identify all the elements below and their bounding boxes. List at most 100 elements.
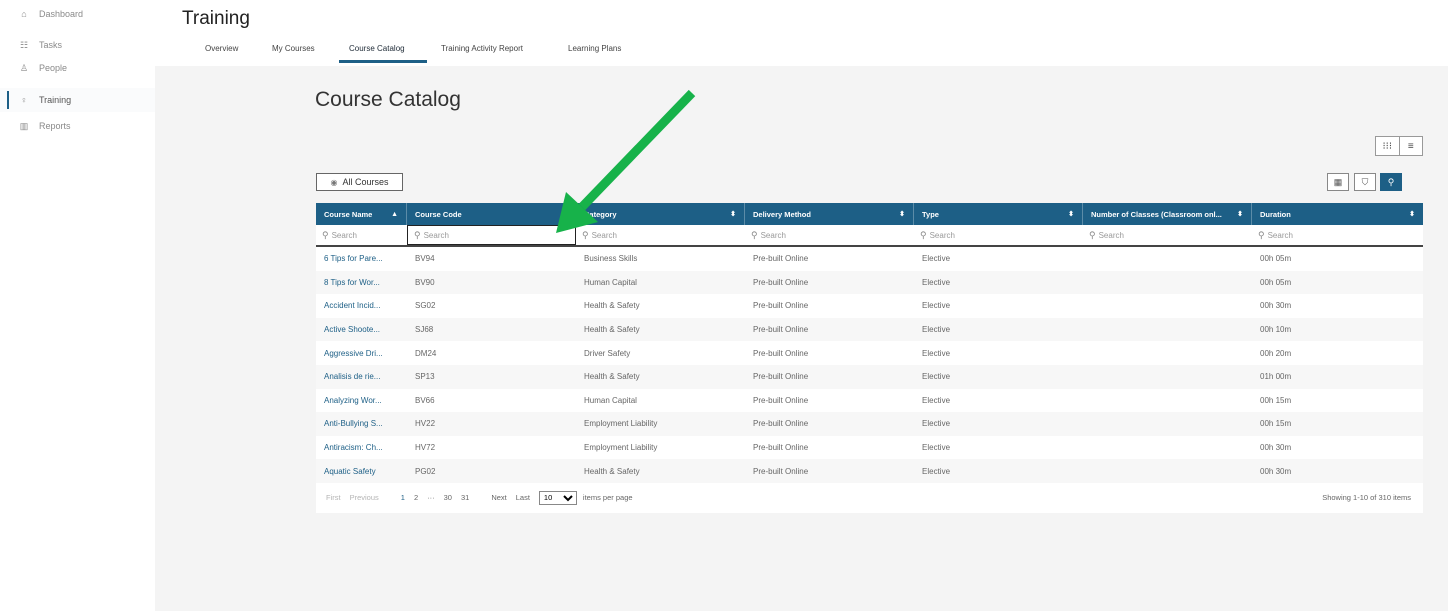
tab-training-activity-report[interactable]: Training Activity Report bbox=[441, 44, 523, 53]
sidebar: ⌂ Dashboard ☷ Tasks ♙ People ♀ Training … bbox=[0, 0, 155, 611]
course-code-search-input[interactable]: ⚲ Search bbox=[407, 225, 576, 245]
items-per-page-label: items per page bbox=[582, 493, 633, 503]
course-code-cell: BV66 bbox=[415, 395, 435, 405]
tab-course-catalog[interactable]: Course Catalog bbox=[349, 44, 405, 53]
table-row[interactable]: 8 Tips for Wor... BV90 Human Capital Pre-bu… bbox=[316, 270, 1423, 295]
tasks-icon: ☷ bbox=[19, 39, 29, 50]
all-courses-button[interactable]: ◉ All Courses bbox=[316, 173, 403, 191]
course-code-cell: BV94 bbox=[415, 254, 435, 264]
category-cell: Human Capital bbox=[584, 395, 637, 405]
sidebar-item-people[interactable]: ♙ People bbox=[18, 59, 67, 77]
page-link-2[interactable]: 2 bbox=[414, 493, 418, 502]
duration-cell: 00h 30m bbox=[1260, 443, 1292, 453]
next-page-link[interactable]: Next bbox=[491, 493, 506, 502]
sidebar-item-training[interactable]: ♀ Training bbox=[18, 91, 72, 109]
first-page-link[interactable]: First bbox=[326, 493, 341, 502]
previous-page-link[interactable]: Previous bbox=[350, 493, 379, 502]
column-header-duration[interactable]: Duration ⬍ bbox=[1252, 203, 1423, 225]
course-name-cell[interactable]: Analyzing Wor... bbox=[316, 396, 407, 405]
course-name-cell[interactable]: Accident Incid... bbox=[316, 301, 407, 310]
reports-icon: ▥ bbox=[19, 120, 29, 131]
grid-view-icon[interactable]: ⁝⁝⁝ bbox=[1376, 137, 1400, 155]
table-row[interactable]: Analyzing Wor... BV66 Human Capital Pre-bui… bbox=[316, 389, 1423, 413]
last-page-link[interactable]: Last bbox=[516, 493, 530, 502]
sidebar-active-indicator bbox=[7, 91, 9, 109]
duration-cell: 00h 30m bbox=[1260, 301, 1292, 311]
course-name-cell[interactable]: Aquatic Safety bbox=[316, 467, 407, 476]
filter-icon: ⛉ bbox=[1361, 176, 1369, 187]
table-row[interactable]: Accident Incid... SG02 Health & Safety Pre-… bbox=[316, 294, 1423, 318]
items-per-page-select[interactable]: 10 bbox=[538, 490, 577, 505]
course-name-cell[interactable]: Antiracism: Ch... bbox=[316, 443, 407, 452]
course-name-cell[interactable]: Anti-Bullying S... bbox=[316, 419, 407, 428]
duration-cell: 00h 05m bbox=[1260, 254, 1292, 264]
column-header-course-name[interactable]: Course Name ▲ bbox=[316, 203, 407, 225]
table-row[interactable]: Active Shoote... SJ68 Health & Safety Pre-b… bbox=[316, 317, 1423, 342]
course-name-cell[interactable]: Active Shoote... bbox=[316, 325, 407, 334]
sidebar-item-reports[interactable]: ▥ Reports bbox=[18, 117, 71, 135]
column-header-course-code[interactable]: Course Code ⬍ bbox=[407, 203, 576, 225]
delivery-method-cell: Pre-built Online bbox=[753, 301, 809, 311]
sidebar-item-label: People bbox=[39, 63, 68, 73]
course-name-cell[interactable]: Aggressive Dri... bbox=[316, 349, 407, 358]
search-icon: ⚲ bbox=[582, 229, 589, 240]
category-search-input[interactable]: ⚲ Search bbox=[576, 225, 745, 245]
tab-my-courses[interactable]: My Courses bbox=[272, 44, 315, 53]
page-link-30[interactable]: 30 bbox=[444, 493, 452, 502]
number-of-classes-search-input[interactable]: ⚲ Search bbox=[1083, 225, 1252, 245]
column-header-type[interactable]: Type ⬍ bbox=[914, 203, 1083, 225]
type-cell: Elective bbox=[922, 443, 951, 453]
column-header-delivery-method[interactable]: Delivery Method ⬍ bbox=[745, 203, 914, 225]
sort-icon: ⬍ bbox=[1068, 211, 1074, 218]
list-view-icon[interactable]: ≡ bbox=[1400, 137, 1423, 155]
table-row[interactable]: Aggressive Dri... DM24 Driver Safety Pre-bu… bbox=[316, 341, 1423, 365]
page-link-31[interactable]: 31 bbox=[461, 493, 469, 502]
table-row[interactable]: Antiracism: Ch... HV72 Employment Liabilit… bbox=[316, 436, 1423, 460]
duration-cell: 00h 30m bbox=[1260, 466, 1292, 476]
sort-asc-icon: ▲ bbox=[391, 210, 398, 218]
delivery-method-cell: Pre-built Online bbox=[753, 419, 809, 429]
type-cell: Elective bbox=[922, 372, 951, 382]
sort-icon: ⬍ bbox=[1409, 211, 1415, 218]
search-icon: ⚲ bbox=[322, 229, 329, 240]
sort-icon: ⬍ bbox=[561, 211, 567, 218]
course-name-cell[interactable]: 6 Tips for Pare... bbox=[316, 254, 407, 263]
category-cell: Employment Liability bbox=[584, 419, 658, 429]
table-row[interactable]: Anti-Bullying S... HV22 Employment Liabili… bbox=[316, 412, 1423, 436]
type-search-input[interactable]: ⚲ Search bbox=[914, 225, 1083, 245]
tab-learning-plans[interactable]: Learning Plans bbox=[568, 44, 621, 53]
delivery-method-cell: Pre-built Online bbox=[753, 443, 809, 453]
search-toggle-button[interactable]: ⚲ bbox=[1380, 173, 1402, 191]
sidebar-item-label: Training bbox=[39, 95, 72, 105]
column-header-number-of-classes[interactable]: Number of Classes (Classroom onl... ⬍ bbox=[1083, 203, 1252, 225]
course-name-cell[interactable]: Analisis de rie... bbox=[316, 372, 407, 381]
duration-cell: 01h 00m bbox=[1260, 372, 1292, 382]
active-tab-underline bbox=[339, 60, 427, 63]
columns-icon: ▦ bbox=[1333, 176, 1343, 187]
course-code-cell: DM24 bbox=[415, 348, 437, 358]
table-row[interactable]: Aquatic Safety PG02 Health & Safety Pre-bui… bbox=[316, 459, 1423, 483]
columns-button[interactable]: ▦ bbox=[1327, 173, 1349, 191]
table-row[interactable]: 6 Tips for Pare... BV94 Business Skills Pre… bbox=[316, 247, 1423, 271]
home-icon: ⌂ bbox=[21, 9, 27, 19]
delivery-method-cell: Pre-built Online bbox=[753, 466, 809, 476]
sidebar-item-dashboard[interactable]: ⌂ Dashboard bbox=[18, 5, 83, 23]
table-row[interactable]: Analisis de rie... SP13 Health & Safety Pre… bbox=[316, 364, 1423, 389]
course-name-cell[interactable]: 8 Tips for Wor... bbox=[316, 278, 407, 287]
delivery-method-cell: Pre-built Online bbox=[753, 395, 809, 405]
pager: First Previous 1 2 ··· 30 31 Next Last 1… bbox=[316, 483, 1423, 513]
category-cell: Employment Liability bbox=[584, 443, 658, 453]
filter-button[interactable]: ⛉ bbox=[1354, 173, 1376, 191]
page-ellipsis[interactable]: ··· bbox=[427, 493, 435, 502]
type-cell: Elective bbox=[922, 466, 951, 476]
course-name-search-input[interactable]: ⚲ Search bbox=[316, 225, 407, 245]
page-link-1[interactable]: 1 bbox=[401, 493, 405, 502]
column-header-category[interactable]: Category ⬍ bbox=[576, 203, 745, 225]
delivery-method-search-input[interactable]: ⚲ Search bbox=[745, 225, 914, 245]
duration-cell: 00h 05m bbox=[1260, 277, 1292, 287]
tab-overview[interactable]: Overview bbox=[205, 44, 238, 53]
duration-search-input[interactable]: ⚲ Search bbox=[1252, 225, 1423, 245]
type-cell: Elective bbox=[922, 395, 951, 405]
sidebar-item-tasks[interactable]: ☷ Tasks bbox=[18, 36, 62, 54]
category-cell: Business Skills bbox=[584, 254, 638, 264]
